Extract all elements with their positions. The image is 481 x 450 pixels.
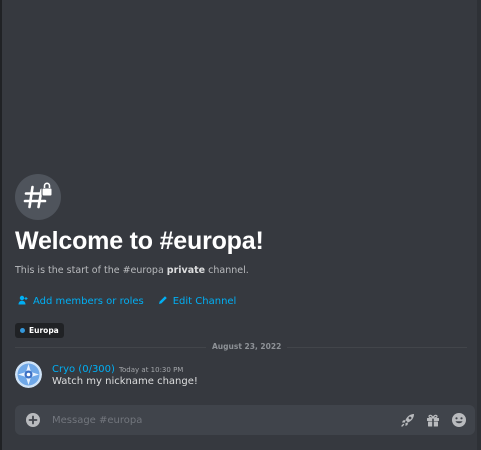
avatar[interactable] [15, 361, 42, 388]
chat-window: Welcome to #europa! This is the start of… [0, 0, 481, 450]
channel-intro-prefix: This is the start of the #europa [15, 265, 167, 276]
add-members-label: Add members or roles [33, 295, 144, 307]
role-tag-label: Europa [29, 326, 59, 335]
rocket-icon[interactable] [400, 412, 416, 432]
message-input[interactable] [52, 411, 382, 429]
message-timestamp: Today at 10:30 PM [118, 366, 184, 374]
pencil-icon [158, 295, 173, 308]
message-text: Watch my nickname change! [52, 376, 198, 387]
channel-intro: This is the start of the #europa private… [15, 265, 470, 276]
role-tag[interactable]: Europa [15, 323, 64, 338]
channel-welcome: Welcome to #europa! This is the start of… [15, 174, 470, 338]
welcome-title: Welcome to #europa! [15, 227, 264, 255]
add-user-icon [18, 295, 33, 308]
add-members-button[interactable]: Add members or roles [18, 295, 144, 308]
message-header: Cryo (0/300) Today at 10:30 PM [52, 361, 183, 376]
add-attachment-icon[interactable] [25, 412, 41, 432]
message-composer [15, 405, 475, 435]
private-channel-icon [15, 174, 61, 220]
channel-intro-suffix: channel. [205, 265, 249, 276]
gift-icon[interactable] [425, 412, 441, 432]
channel-actions: Add members or roles Edit Channel [15, 294, 470, 308]
emoji-icon[interactable] [451, 412, 467, 432]
message-username[interactable]: Cryo (0/300) [52, 364, 115, 375]
role-color-dot [20, 328, 25, 333]
date-divider-label: August 23, 2022 [206, 342, 288, 352]
sidebar-edge [0, 0, 2, 450]
edit-channel-button[interactable]: Edit Channel [158, 295, 237, 308]
scrollbar[interactable] [477, 0, 481, 450]
edit-channel-label: Edit Channel [172, 295, 237, 307]
channel-intro-emphasis: private [166, 265, 206, 276]
